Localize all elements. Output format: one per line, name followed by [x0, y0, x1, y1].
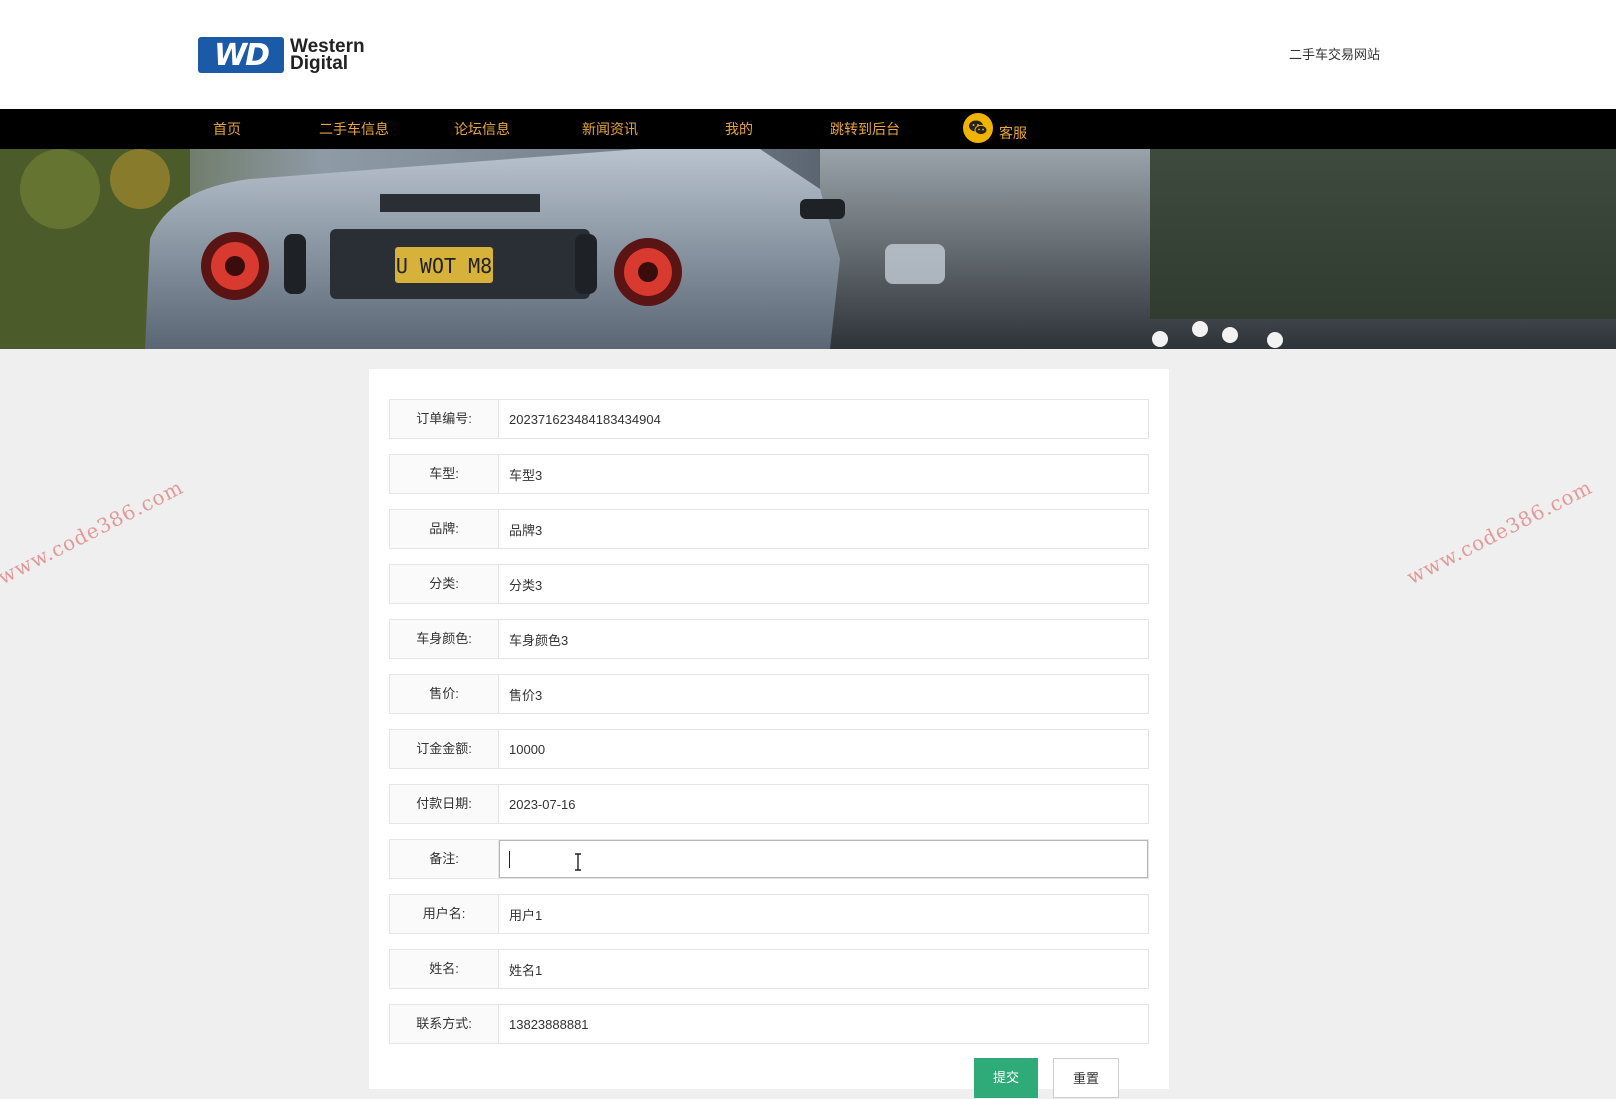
brand-input[interactable] — [499, 510, 1148, 548]
field-label: 姓名: — [390, 950, 499, 988]
form-row-body-color: 车身颜色: — [389, 619, 1149, 659]
name-input[interactable] — [499, 950, 1148, 988]
form-row-model: 车型: — [389, 454, 1149, 494]
form-row-contact: 联系方式: — [389, 1004, 1149, 1044]
field-label: 联系方式: — [390, 1005, 499, 1043]
wechat-glyph — [969, 120, 988, 136]
site-name: 二手车交易网站 — [1288, 47, 1380, 62]
form-row-category: 分类: — [389, 564, 1149, 604]
field-label: 分类: — [390, 565, 499, 603]
form-row-username: 用户名: — [389, 894, 1149, 934]
order-form-card: 订单编号: 车型: 品牌: 分类: 车身颜色: 售价: 订金金额: 付款日期: … — [369, 369, 1169, 1098]
watermark-left: www.code386.com — [0, 474, 188, 590]
logo-mark: WD — [198, 37, 284, 73]
form-row-payment-date: 付款日期: — [389, 784, 1149, 824]
nav-item-mine[interactable]: 我的 — [725, 109, 753, 149]
field-label: 售价: — [390, 675, 499, 713]
field-label: 订单编号: — [390, 400, 499, 438]
field-label: 品牌: — [390, 510, 499, 548]
remark-input[interactable] — [499, 840, 1148, 878]
payment-date-input[interactable] — [499, 785, 1148, 823]
form-row-remark: 备注: — [389, 839, 1149, 879]
body-color-input[interactable] — [499, 620, 1148, 658]
field-label: 车身颜色: — [390, 620, 499, 658]
contact-input[interactable] — [499, 1005, 1148, 1043]
text-cursor-icon — [575, 853, 581, 871]
deposit-amount-input[interactable] — [499, 730, 1148, 768]
field-label: 付款日期: — [390, 785, 499, 823]
watermark-right: www.code386.com — [1402, 474, 1597, 590]
model-input[interactable] — [499, 455, 1148, 493]
field-label: 用户名: — [390, 895, 499, 933]
hero-banner: U WOT M8 — [0, 149, 1616, 349]
category-input[interactable] — [499, 565, 1148, 603]
field-label: 备注: — [390, 840, 499, 878]
submit-button[interactable]: 提交 — [974, 1058, 1038, 1098]
header: WD Western Digital 二手车交易网站 — [0, 0, 1616, 109]
nav-item-admin[interactable]: 跳转到后台 — [830, 109, 900, 149]
nav-item-news[interactable]: 新闻资讯 — [582, 109, 638, 149]
form-row-name: 姓名: — [389, 949, 1149, 989]
order-number-input[interactable] — [499, 400, 1148, 438]
form-row-brand: 品牌: — [389, 509, 1149, 549]
banner-car-illustration: U WOT M8 — [0, 149, 1616, 349]
form-row-deposit: 订金金额: — [389, 729, 1149, 769]
nav-item-used-cars[interactable]: 二手车信息 — [319, 109, 389, 149]
nav-item-home[interactable]: 首页 — [213, 109, 241, 149]
reset-button[interactable]: 重置 — [1053, 1058, 1119, 1098]
logo-line-2: Digital — [290, 53, 349, 74]
nav-item-forum[interactable]: 论坛信息 — [454, 109, 510, 149]
brand-logo[interactable]: WD Western Digital — [198, 36, 365, 74]
main-nav: 首页 二手车信息 论坛信息 新闻资讯 我的 跳转到后台 客服 — [0, 109, 1616, 149]
logo-wordmark: Western Digital — [290, 37, 365, 74]
field-label: 订金金额: — [390, 730, 499, 768]
username-input[interactable] — [499, 895, 1148, 933]
price-input[interactable] — [499, 675, 1148, 713]
form-row-price: 售价: — [389, 674, 1149, 714]
field-label: 车型: — [390, 455, 499, 493]
license-plate: U WOT M8 — [396, 254, 492, 278]
text-caret — [509, 851, 510, 868]
wechat-icon[interactable] — [963, 113, 993, 143]
form-row-order-number: 订单编号: — [389, 399, 1149, 439]
nav-item-service[interactable]: 客服 — [999, 113, 1027, 153]
